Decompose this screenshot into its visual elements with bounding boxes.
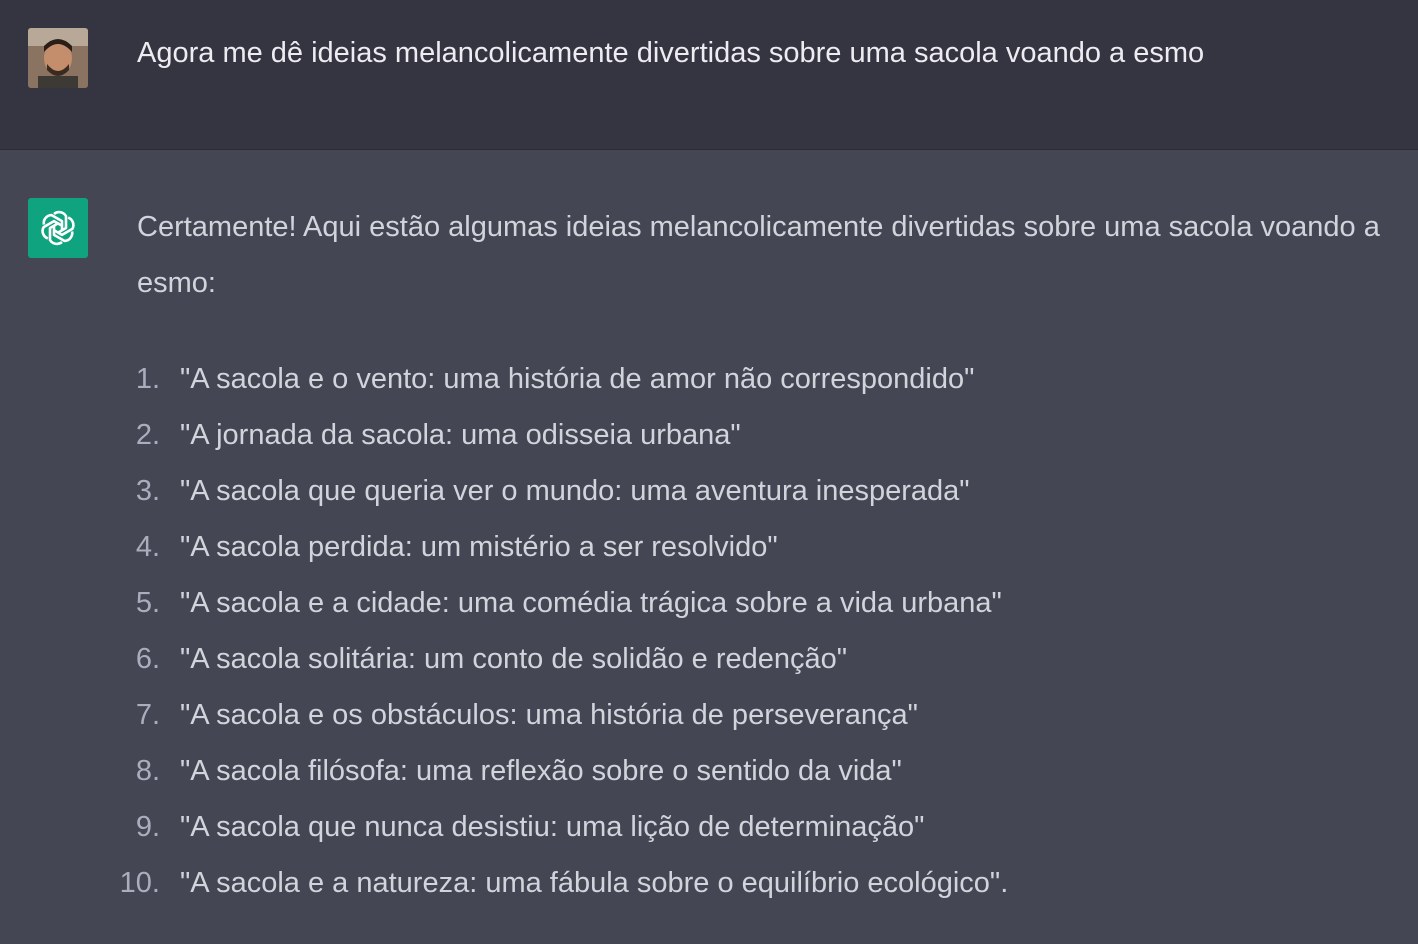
list-item: 7. "A sacola e os obstáculos: uma históri… (0, 687, 1008, 743)
openai-logo-icon (41, 210, 75, 246)
list-item-text: "A sacola filósofa: uma reflexão sobre o… (180, 755, 902, 787)
list-item-number: 1. (135, 363, 160, 395)
list-item: 1. "A sacola e o vento: uma história de a… (0, 351, 1008, 407)
list-item: 9. "A sacola que nunca desistiu: uma liçã… (0, 799, 1008, 855)
list-item-number: 6. (135, 643, 160, 675)
list-item-text: "A sacola solitária: um conto de solidão… (180, 643, 848, 675)
list-item-number: 7. (135, 699, 160, 731)
list-item-text: "A jornada da sacola: uma odisseia urban… (180, 419, 741, 451)
list-item-text: "A sacola e a natureza: uma fábula sobre… (180, 867, 1009, 899)
list-item: 2. "A jornada da sacola: uma odisseia urb… (0, 407, 1008, 463)
assistant-message-row: Certamente! Aqui estão algumas ideias me… (0, 150, 1418, 944)
list-item-number: 2. (135, 419, 160, 451)
list-item-text: "A sacola e o vento: uma história de amo… (180, 363, 975, 395)
user-avatar (28, 28, 88, 88)
list-item-text: "A sacola e a cidade: uma comédia trágic… (180, 587, 1002, 619)
user-avatar-photo-icon (28, 28, 88, 88)
list-item-number: 3. (135, 475, 160, 507)
user-message-text: Agora me dê ideias melancolicamente dive… (137, 37, 1205, 69)
list-item-number: 4. (135, 531, 160, 563)
list-item-number: 9. (135, 811, 160, 843)
list-item-number: 8. (135, 755, 160, 787)
list-item-text: "A sacola que nunca desistiu: uma lição … (180, 811, 925, 843)
list-item: 5. "A sacola e a cidade: uma comédia trág… (0, 575, 1008, 631)
user-message-row: Agora me dê ideias melancolicamente dive… (0, 0, 1418, 150)
list-item: 6. "A sacola solitária: um conto de solid… (0, 631, 1008, 687)
list-item-text: "A sacola perdida: um mistério a ser res… (180, 531, 778, 563)
list-item-text: "A sacola e os obstáculos: uma história … (180, 699, 918, 731)
list-item: 10. "A sacola e a natureza: uma fábula so… (0, 855, 1009, 911)
list-item-text: "A sacola que queria ver o mundo: uma av… (180, 475, 970, 507)
ideas-list: 1. "A sacola e o vento: uma história de a… (0, 351, 1009, 911)
list-item: 4. "A sacola perdida: um mistério a ser r… (0, 519, 1008, 575)
assistant-intro-text: Certamente! Aqui estão algumas ideias me… (137, 211, 1380, 299)
list-item-number: 5. (135, 587, 160, 619)
list-item-number: 10. (119, 867, 160, 899)
assistant-avatar (28, 198, 88, 258)
list-item: 8. "A sacola filósofa: uma reflexão sobre… (0, 743, 1008, 799)
list-item: 3. "A sacola que queria ver o mundo: uma … (0, 463, 1008, 519)
